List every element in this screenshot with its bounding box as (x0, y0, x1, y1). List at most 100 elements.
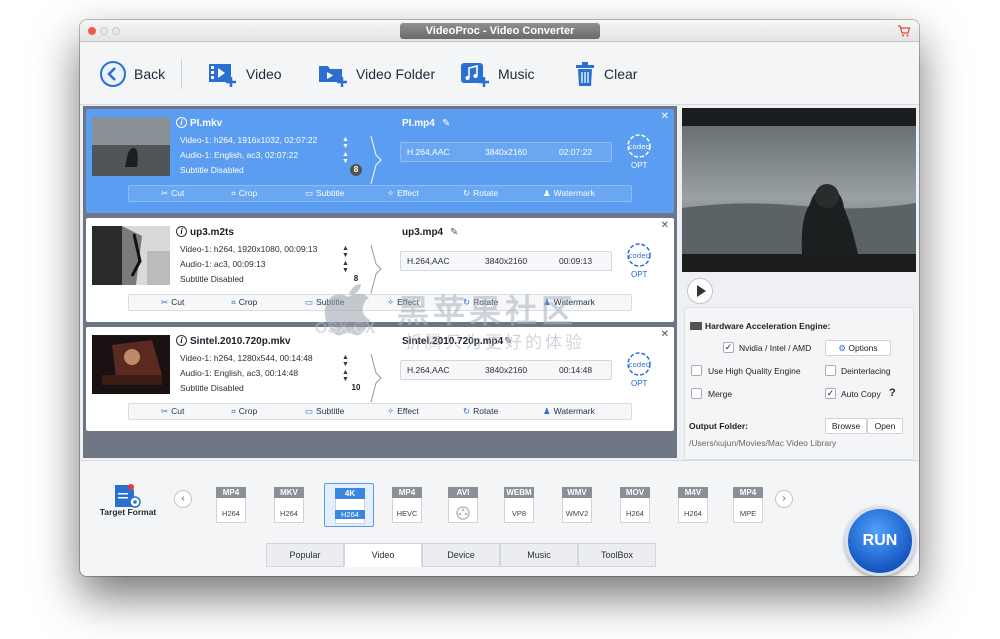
format-item[interactable]: MP4 HEVC (382, 483, 432, 527)
info-icon[interactable]: i (176, 335, 187, 346)
format-item[interactable]: MKV H264 (264, 483, 314, 527)
trash-icon (576, 62, 594, 86)
crop-button[interactable]: ⌗ Crop (231, 406, 257, 417)
source-filename: Sintel.2010.720p.mkv (190, 336, 291, 347)
tab-video[interactable]: Video (344, 543, 422, 567)
output-folder-path: /Users/xujun/Movies/Mac Video Library (689, 438, 837, 448)
scissors-icon: ✂ (161, 297, 169, 307)
cut-button[interactable]: ✂ Cut (161, 297, 184, 308)
crop-button[interactable]: ⌗ Crop (231, 297, 257, 308)
video-thumbnail[interactable] (92, 335, 170, 394)
effect-button[interactable]: ✧ Effect (387, 406, 419, 417)
watermark-button[interactable]: ♟ Watermark (543, 297, 595, 308)
format-item[interactable]: AVI (438, 483, 488, 527)
add-video-icon (209, 64, 236, 87)
file-card[interactable]: i PI.mkv Video-1: h264, 1916x1032, 02:07… (86, 109, 674, 213)
subtitle-button[interactable]: ▭ Subtitle (305, 297, 344, 308)
rename-pencil-icon[interactable]: ✎ (450, 227, 458, 238)
close-window-button[interactable] (88, 27, 96, 35)
format-name: 4K (335, 488, 365, 499)
cart-icon[interactable] (897, 24, 911, 38)
run-button[interactable]: RUN (845, 506, 915, 576)
cut-button[interactable]: ✂ Cut (161, 188, 184, 199)
video-thumbnail[interactable] (92, 117, 170, 176)
zoom-window-button[interactable] (112, 27, 120, 35)
add-music-button[interactable]: Music (460, 57, 535, 91)
format-name: MP4 (392, 487, 422, 498)
codec-gear-icon[interactable]: codec (625, 133, 653, 159)
file-card[interactable]: i up3.m2ts Video-1: h264, 1920x1080, 00:… (86, 218, 674, 322)
tab-toolbox[interactable]: ToolBox (578, 543, 656, 567)
video-track-select-icon[interactable]: ▲ ▼ (342, 354, 349, 368)
svg-text:codec: codec (629, 361, 650, 369)
crop-button[interactable]: ⌗ Crop (231, 188, 257, 199)
minimize-window-button[interactable] (100, 27, 108, 35)
video-track-select-icon[interactable]: ▲ ▼ (342, 245, 349, 259)
remove-file-icon[interactable]: ✕ (661, 329, 669, 340)
audio-track-info: Audio-1: English, ac3, 00:14:48 (180, 368, 299, 378)
rename-pencil-icon[interactable]: ✎ (442, 118, 450, 129)
format-item[interactable]: WMV WMV2 (552, 483, 602, 527)
format-item[interactable]: WEBM VP8 (494, 483, 544, 527)
clear-button[interactable]: Clear (574, 57, 637, 91)
browse-button[interactable]: Browse (825, 418, 867, 434)
format-item[interactable]: MP4 MPE (723, 483, 763, 527)
rename-pencil-icon[interactable]: ✎ (504, 336, 512, 347)
remove-file-icon[interactable]: ✕ (661, 220, 669, 231)
auto-copy-checkbox[interactable]: ✓ (825, 388, 836, 399)
tab-device[interactable]: Device (422, 543, 500, 567)
play-button[interactable] (687, 278, 713, 304)
info-icon[interactable]: i (176, 117, 187, 128)
audio-track-select-icon[interactable]: ▲ ▼ (342, 151, 349, 165)
add-video-folder-button[interactable]: Video Folder (318, 57, 435, 91)
merge-checkbox[interactable] (691, 388, 702, 399)
audio-track-select-icon[interactable]: ▲ ▼ (342, 260, 349, 274)
rotate-button[interactable]: ↻ Rotate (463, 406, 498, 417)
watermark-button[interactable]: ♟ Watermark (543, 406, 595, 417)
subtitle-button[interactable]: ▭ Subtitle (305, 188, 344, 199)
output-filename: Sintel.2010.720p.mp4 (402, 336, 504, 347)
format-item-selected[interactable]: 4K H264 (324, 483, 374, 527)
tab-popular[interactable]: Popular (266, 543, 344, 567)
nvidia-label: Nvidia / Intel / AMD (739, 343, 812, 353)
gear-icon: ⚙ (838, 343, 846, 353)
scroll-right-button[interactable]: › (775, 490, 793, 508)
option-label[interactable]: OPT (631, 270, 647, 279)
options-button[interactable]: ⚙ Options (825, 340, 891, 356)
merge-label: Merge (708, 389, 733, 399)
deinterlacing-checkbox[interactable] (825, 365, 836, 376)
rotate-button[interactable]: ↻ Rotate (463, 297, 498, 308)
rotate-icon: ↻ (463, 297, 471, 307)
format-item[interactable]: MOV H264 (610, 483, 660, 527)
audio-track-select-icon[interactable]: ▲ ▼ (342, 369, 349, 383)
file-card[interactable]: i Sintel.2010.720p.mkv Video-1: h264, 12… (86, 327, 674, 431)
effect-button[interactable]: ✧ Effect (387, 297, 419, 308)
info-icon[interactable]: i (176, 226, 187, 237)
edit-toolbar: ✂ Cut ⌗ Crop ▭ Subtitle ✧ Effect ↻ Rotate ♟ Wa… (128, 185, 632, 202)
cut-button[interactable]: ✂ Cut (161, 406, 184, 417)
subtitle-button[interactable]: ▭ Subtitle (305, 406, 344, 417)
tab-music[interactable]: Music (500, 543, 578, 567)
video-thumbnail[interactable] (92, 226, 170, 285)
add-video-button[interactable]: Video (208, 57, 282, 91)
option-label[interactable]: OPT (631, 161, 647, 170)
watermark-button[interactable]: ♟ Watermark (543, 188, 595, 199)
video-track-info: Video-1: h264, 1916x1032, 02:07:22 (180, 135, 318, 145)
svg-text:codec: codec (629, 143, 650, 151)
scroll-left-button[interactable]: ‹ (174, 490, 192, 508)
option-label[interactable]: OPT (631, 379, 647, 388)
remove-file-icon[interactable]: ✕ (661, 111, 669, 122)
video-track-select-icon[interactable]: ▲ ▼ (342, 136, 349, 150)
open-button[interactable]: Open (867, 418, 903, 434)
nvidia-checkbox[interactable]: ✓ (723, 342, 734, 353)
hq-engine-checkbox[interactable] (691, 365, 702, 376)
effect-button[interactable]: ✧ Effect (387, 188, 419, 199)
rotate-button[interactable]: ↻ Rotate (463, 188, 498, 199)
codec-gear-icon[interactable]: codec (625, 242, 653, 268)
help-icon[interactable]: ? (889, 387, 896, 399)
video-preview[interactable] (682, 108, 916, 272)
back-button[interactable]: Back (100, 57, 165, 91)
format-item[interactable]: MP4 H264 (206, 483, 256, 527)
format-item[interactable]: M4V H264 (668, 483, 718, 527)
codec-gear-icon[interactable]: codec (625, 351, 653, 377)
